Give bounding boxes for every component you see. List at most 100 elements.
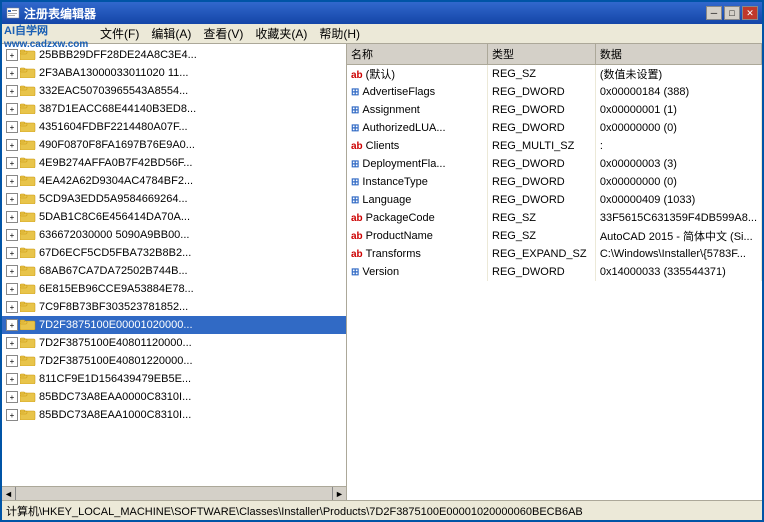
tree-item-label: 7D2F3875100E40801220000... [39,355,193,367]
tree-item[interactable]: + 4E9B274AFFA0B7F42BD56F... [2,154,346,172]
tree-item[interactable]: + 490F0870F8FA1697B76E9A0... [2,136,346,154]
tree-item[interactable]: + 332EAC50703965543A8554... [2,82,346,100]
reg-type-cell: REG_EXPAND_SZ [488,245,596,263]
col-data[interactable]: 数据 [595,44,761,65]
dword-icon: ⊞ [351,159,359,170]
menu-favorites[interactable]: 收藏夹(A) [249,23,313,44]
tree-item-label: 85BDC73A8EAA1000C8310I... [39,409,191,421]
dword-icon: ⊞ [351,87,359,98]
registry-table-container[interactable]: 名称 类型 数据 ab(默认)REG_SZ(数值未设置)⊞AdvertiseFl… [347,44,762,500]
reg-type-cell: REG_SZ [488,227,596,245]
tree-item-label: 4EA42A62D9304AC4784BF2... [39,175,193,187]
menu-view[interactable]: 查看(V) [197,23,249,44]
tree-item-label: 25BBB29DFF28DE24A8C3E4... [39,49,197,61]
menu-file[interactable]: 文件(F) [94,23,145,44]
table-row[interactable]: ⊞InstanceTypeREG_DWORD0x00000000 (0) [347,173,762,191]
reg-data-cell: 0x00000409 (1033) [595,191,761,209]
expand-icon: + [6,229,18,241]
tree-item[interactable]: + 4351604FDBF2214480A07F... [2,118,346,136]
tree-item-label: 4E9B274AFFA0B7F42BD56F... [39,157,192,169]
tree-item[interactable]: + 7D2F3875100E40801220000... [2,352,346,370]
close-button[interactable]: ✕ [742,6,758,20]
table-row[interactable]: abProductNameREG_SZAutoCAD 2015 - 简体中文 (… [347,227,762,245]
reg-data-cell: C:\Windows\Installer\{5783F... [595,245,761,263]
tree-item-label: 5DAB1C8C6E456414DA70A... [39,211,190,223]
status-bar: 计算机\HKEY_LOCAL_MACHINE\SOFTWARE\Classes\… [2,500,762,520]
expand-icon: + [6,85,18,97]
tree-item[interactable]: + 811CF9E1D156439479EB5E... [2,370,346,388]
expand-icon: + [6,265,18,277]
table-row[interactable]: ab(默认)REG_SZ(数值未设置) [347,65,762,84]
folder-icon [20,300,36,315]
expand-icon: + [6,49,18,61]
left-pane-scrollbar[interactable]: ◄ ► [2,486,346,500]
tree-item[interactable]: + 68AB67CA7DA72502B744B... [2,262,346,280]
scroll-right-btn[interactable]: ► [332,487,346,500]
tree-item[interactable]: + 2F3ABA13000033011020 11... [2,64,346,82]
main-window: 注册表编辑器 ─ □ ✕ AI自学网 www.cadzxw.com 文件(F) … [0,0,764,522]
expand-icon: + [6,319,18,331]
tree-item[interactable]: + 6E815EB96CCE9A53884E78... [2,280,346,298]
folder-icon [20,372,36,387]
menu-edit[interactable]: 编辑(A) [145,23,197,44]
expand-icon: + [6,409,18,421]
tree-item[interactable]: + 7D2F3875100E00001020000... [2,316,346,334]
table-row[interactable]: ⊞LanguageREG_DWORD0x00000409 (1033) [347,191,762,209]
folder-icon [20,336,36,351]
tree-item-label: 6E815EB96CCE9A53884E78... [39,283,194,295]
folder-icon [20,120,36,135]
folder-icon [20,390,36,405]
dword-icon: ⊞ [351,177,359,188]
table-row[interactable]: abPackageCodeREG_SZ33F5615C631359F4DB599… [347,209,762,227]
tree-item[interactable]: + 67D6ECF5CD5FBA732B8B2... [2,244,346,262]
main-content: + 25BBB29DFF28DE24A8C3E4...+ 2F3ABA13000… [2,44,762,500]
tree-item-label: 811CF9E1D156439479EB5E... [39,373,191,385]
tree-item-label: 68AB67CA7DA72502B744B... [39,265,188,277]
tree-item[interactable]: + 4EA42A62D9304AC4784BF2... [2,172,346,190]
reg-name-cell: abProductName [347,227,488,245]
table-row[interactable]: ⊞AuthorizedLUA...REG_DWORD0x00000000 (0) [347,119,762,137]
reg-name-cell: ⊞InstanceType [347,173,488,191]
reg-data-cell: 0x00000000 (0) [595,119,761,137]
table-row[interactable]: abClientsREG_MULTI_SZ: [347,137,762,155]
reg-type-cell: REG_SZ [488,65,596,84]
registry-table: 名称 类型 数据 ab(默认)REG_SZ(数值未设置)⊞AdvertiseFl… [347,44,762,281]
dword-icon: ⊞ [351,267,359,278]
tree-item[interactable]: + 85BDC73A8EAA0000C8310I... [2,388,346,406]
tree-item-label: 2F3ABA13000033011020 11... [39,67,188,79]
title-controls: ─ □ ✕ [706,6,758,20]
tree-item[interactable]: + 85BDC73A8EAA1000C8310I... [2,406,346,424]
tree-item[interactable]: + 25BBB29DFF28DE24A8C3E4... [2,46,346,64]
col-name[interactable]: 名称 [347,44,488,65]
title-text: 注册表编辑器 [6,5,96,22]
expand-icon: + [6,103,18,115]
tree-item[interactable]: + 5CD9A3EDD5A9584669264... [2,190,346,208]
tree-item[interactable]: + 5DAB1C8C6E456414DA70A... [2,208,346,226]
expand-icon: + [6,337,18,349]
scroll-track [16,487,332,500]
maximize-button[interactable]: □ [724,6,740,20]
tree-item-label: 85BDC73A8EAA0000C8310I... [39,391,191,403]
reg-name-cell: abTransforms [347,245,488,263]
tree-item-label: 5CD9A3EDD5A9584669264... [39,193,188,205]
tree-item[interactable]: + 7C9F8B73BF303523781852... [2,298,346,316]
col-type[interactable]: 类型 [488,44,596,65]
reg-data-cell: (数值未设置) [595,65,761,84]
table-row[interactable]: ⊞VersionREG_DWORD0x14000033 (335544371) [347,263,762,281]
left-pane: + 25BBB29DFF28DE24A8C3E4...+ 2F3ABA13000… [2,44,347,500]
menu-help[interactable]: 帮助(H) [313,23,366,44]
table-row[interactable]: ⊞AdvertiseFlagsREG_DWORD0x00000184 (388) [347,83,762,101]
scroll-left-btn[interactable]: ◄ [2,487,16,500]
tree-item[interactable]: + 7D2F3875100E40801120000... [2,334,346,352]
reg-type-cell: REG_DWORD [488,191,596,209]
tree-item[interactable]: + 636672030000 5090A9BB00... [2,226,346,244]
table-row[interactable]: ⊞AssignmentREG_DWORD0x00000001 (1) [347,101,762,119]
table-row[interactable]: abTransformsREG_EXPAND_SZC:\Windows\Inst… [347,245,762,263]
minimize-button[interactable]: ─ [706,6,722,20]
reg-data-cell: 0x14000033 (335544371) [595,263,761,281]
expand-icon: + [6,67,18,79]
tree-container[interactable]: + 25BBB29DFF28DE24A8C3E4...+ 2F3ABA13000… [2,44,346,486]
reg-name-cell: ⊞DeploymentFla... [347,155,488,173]
tree-item[interactable]: + 387D1EACC68E44140B3ED8... [2,100,346,118]
table-row[interactable]: ⊞DeploymentFla...REG_DWORD0x00000003 (3) [347,155,762,173]
